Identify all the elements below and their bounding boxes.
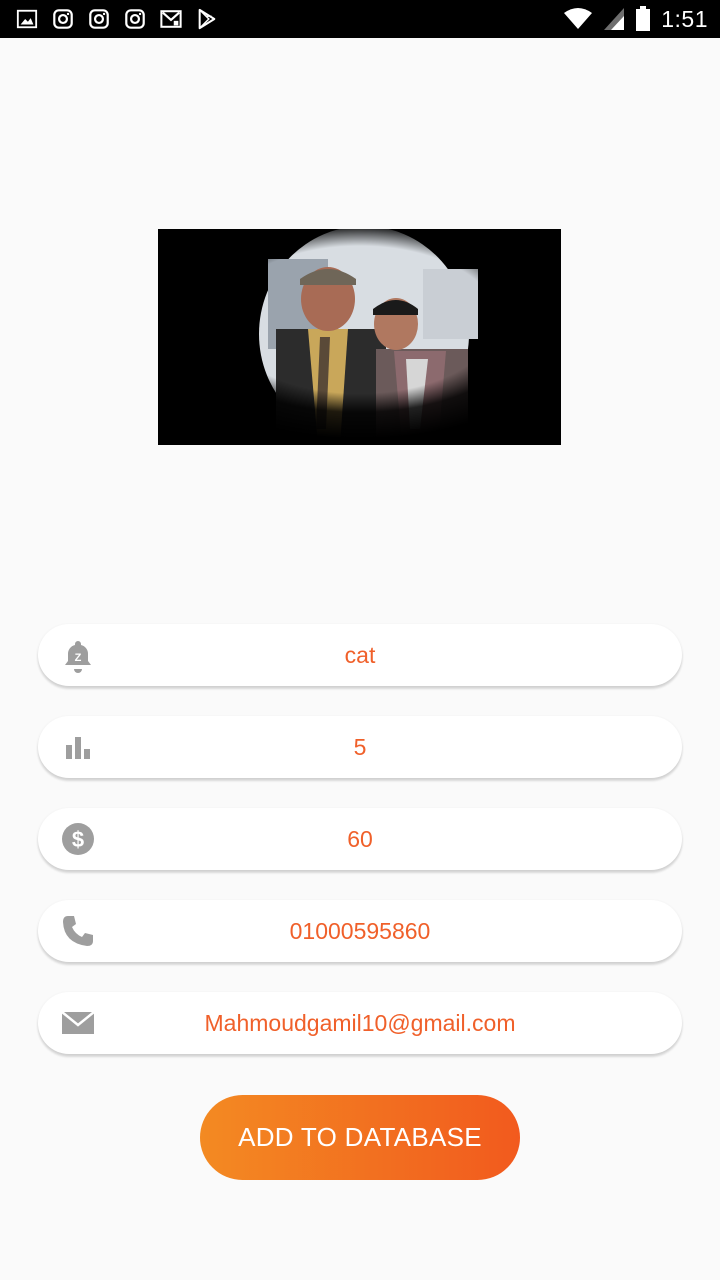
notification-icons [16, 8, 218, 30]
status-bar: 1:51 [0, 0, 720, 38]
phone-value[interactable]: 01000595860 [38, 918, 682, 945]
svg-text:Z: Z [75, 652, 82, 664]
signal-icon [603, 7, 625, 31]
instagram-icon [52, 8, 74, 30]
phone-icon [60, 913, 96, 949]
add-to-database-button[interactable]: ADD TO DATABASE [200, 1095, 520, 1180]
photo-image [158, 229, 561, 445]
bar-chart-icon [60, 729, 96, 765]
instagram-icon [88, 8, 110, 30]
bell-z-icon: Z [60, 637, 96, 673]
system-icons: 1:51 [563, 6, 708, 33]
gmail-icon [160, 8, 182, 30]
email-field[interactable]: Mahmoudgamil10@gmail.com [38, 992, 682, 1054]
category-field[interactable]: Z cat [38, 624, 682, 686]
email-value[interactable]: Mahmoudgamil10@gmail.com [38, 1010, 682, 1037]
gallery-icon [16, 8, 38, 30]
category-value[interactable]: cat [38, 642, 682, 669]
quantity-field[interactable]: 5 [38, 716, 682, 778]
item-photo[interactable] [158, 229, 561, 445]
dollar-icon: $ [60, 821, 96, 857]
status-clock: 1:51 [661, 5, 708, 32]
phone-field[interactable]: 01000595860 [38, 900, 682, 962]
price-value[interactable]: 60 [38, 826, 682, 853]
mail-icon [60, 1005, 96, 1041]
price-field[interactable]: $ 60 [38, 808, 682, 870]
play-store-icon [196, 8, 218, 30]
instagram-icon [124, 8, 146, 30]
quantity-value[interactable]: 5 [38, 734, 682, 761]
battery-icon [635, 6, 651, 32]
svg-text:$: $ [72, 827, 84, 852]
wifi-icon [563, 7, 593, 31]
